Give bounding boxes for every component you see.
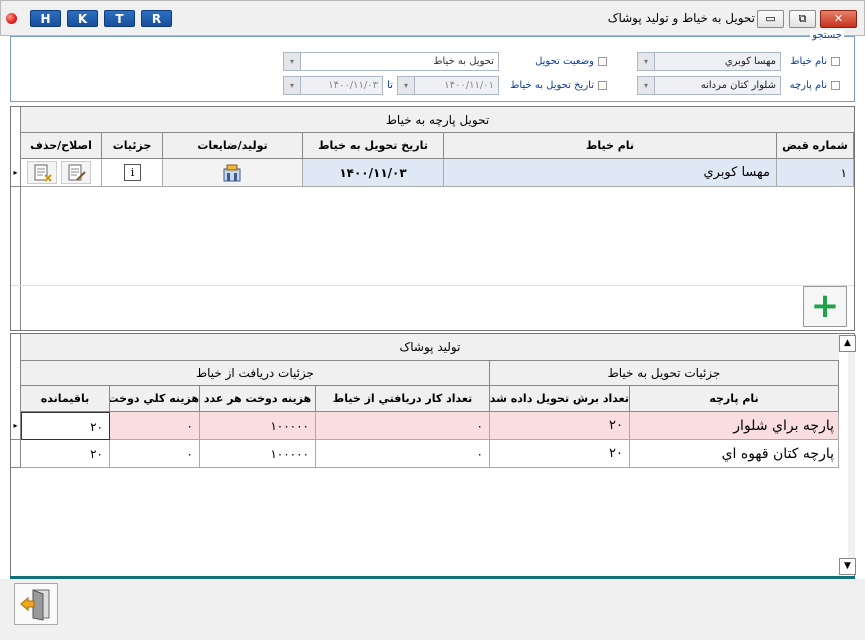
cell-delivery-date[interactable]: ۱۴۰۰/۱۱/۰۳ xyxy=(303,159,444,187)
hotkey-k-button[interactable]: K xyxy=(67,10,98,27)
col-received-count[interactable]: تعداد کار دريافتي از خياط xyxy=(316,386,490,412)
cell-fabric-name[interactable]: پارچه براي شلوار xyxy=(630,412,839,440)
group-delivery-details: جزئيات تحويل به خياط xyxy=(490,361,839,386)
exit-door-icon xyxy=(20,589,50,621)
col-edit-delete[interactable]: اصلاح/حذف xyxy=(21,133,102,159)
delivery-date-label: تاريخ تحويل به خياط xyxy=(510,80,594,91)
production-icon xyxy=(223,164,241,182)
col-delivery-date[interactable]: تاريخ تحويل به خياط xyxy=(303,133,444,159)
production-grid: توليد پوشاک جزئيات تحويل به خياط جزئيات … xyxy=(10,333,856,577)
window-title: تحويل به خياط و توليد پوشاک xyxy=(607,11,755,25)
delete-button[interactable] xyxy=(27,161,57,184)
hotkey-t-button[interactable]: T xyxy=(104,10,135,27)
col-unit-cost[interactable]: هزينه دوخت هر عدد xyxy=(200,386,316,412)
exit-button[interactable] xyxy=(14,583,58,625)
delivery-status-label: وضعيت تحويل xyxy=(535,56,594,67)
fabric-name-checkbox[interactable] xyxy=(831,81,840,90)
delivery-grid: تحويل پارچه به خياط شماره قبض نام خياط ت… xyxy=(10,106,855,331)
chevron-down-icon: ▾ xyxy=(638,77,655,94)
production-grid-caption: توليد پوشاک xyxy=(21,334,839,361)
col-cut-count[interactable]: تعداد برش تحويل داده شده xyxy=(490,386,630,412)
date-to-label: تا xyxy=(387,80,393,91)
fabric-name-label: نام پارچه xyxy=(789,80,827,91)
delivery-status-checkbox[interactable] xyxy=(598,57,607,66)
minimize-button[interactable]: ▭ xyxy=(757,10,784,28)
details-button[interactable]: i xyxy=(102,159,163,187)
search-legend: جستجو xyxy=(810,30,844,41)
delivery-status-combo[interactable]: ▾ تحويل به خياط xyxy=(283,52,499,71)
footer-panel xyxy=(0,579,865,640)
cell-remaining[interactable]: ۲۰ xyxy=(21,412,110,440)
delivery-grid-caption: تحويل پارچه به خياط xyxy=(21,107,854,133)
tailor-name-combo[interactable]: ▾ مهسا کوبري xyxy=(637,52,781,71)
delivery-date-checkbox[interactable] xyxy=(598,81,607,90)
cell-total-cost[interactable]: ۰ xyxy=(110,412,200,440)
app-icon xyxy=(6,13,17,24)
hotkey-r-button[interactable]: R xyxy=(141,10,172,27)
cell-receipt-no[interactable]: ۱ xyxy=(777,159,854,187)
row-pointer-icon: ▸ xyxy=(11,412,21,440)
col-production-waste[interactable]: توليد/ضايعات xyxy=(163,133,303,159)
col-receipt-no[interactable]: شماره قبض xyxy=(777,133,854,159)
col-remaining[interactable]: باقيمانده xyxy=(21,386,110,412)
edit-button[interactable] xyxy=(61,161,91,184)
cell-remaining[interactable]: ۲۰ xyxy=(21,440,110,468)
tailor-name-label: نام خياط xyxy=(790,56,827,67)
cell-tailor-name[interactable]: مهسا کوبري xyxy=(444,159,777,187)
chevron-down-icon: ▾ xyxy=(284,53,301,70)
date-from-picker[interactable]: ▾ ۱۴۰۰/۱۱/۰۱ xyxy=(397,76,499,95)
row-indicator-column xyxy=(11,107,21,330)
cell-cut-count[interactable]: ۲۰ xyxy=(490,440,630,468)
edit-delete-cell xyxy=(21,159,102,187)
date-to-picker[interactable]: ▾ ۱۴۰۰/۱۱/۰۳ xyxy=(283,76,383,95)
close-button[interactable]: ✕ xyxy=(820,10,857,28)
cell-cut-count[interactable]: ۲۰ xyxy=(490,412,630,440)
group-receipt-details: جزئيات دريافت از خياط xyxy=(21,361,490,386)
date-to-value: ۱۴۰۰/۱۱/۰۳ xyxy=(328,80,378,91)
col-tailor-name[interactable]: نام خياط xyxy=(444,133,777,159)
tailor-name-checkbox[interactable] xyxy=(831,57,840,66)
row-pointer-icon: ▸ xyxy=(11,159,21,187)
cell-received-count[interactable]: ۰ xyxy=(316,412,490,440)
date-from-value: ۱۴۰۰/۱۱/۰۱ xyxy=(444,80,494,91)
col-total-cost[interactable]: هزينه کلي دوخت xyxy=(110,386,200,412)
edit-icon xyxy=(68,164,86,181)
add-button[interactable]: + xyxy=(803,286,847,327)
col-fabric-name[interactable]: نام پارچه xyxy=(630,386,839,412)
delete-icon xyxy=(34,164,52,182)
production-waste-button[interactable] xyxy=(163,159,303,187)
col-details[interactable]: جزئيات xyxy=(102,133,163,159)
search-group: جستجو نام خياط ▾ مهسا کوبري وضعيت تحويل … xyxy=(10,30,855,102)
maximize-button[interactable]: ⧉ xyxy=(789,10,816,28)
grid1-footer-divider xyxy=(11,285,854,286)
delivery-status-value: تحويل به خياط xyxy=(433,56,494,67)
fabric-name-value: شلوار کتان مردانه xyxy=(700,80,776,91)
fabric-name-combo[interactable]: ▾ شلوار کتان مردانه xyxy=(637,76,781,95)
chevron-down-icon: ▾ xyxy=(284,77,301,94)
chevron-down-icon: ▾ xyxy=(638,53,655,70)
vertical-scrollbar[interactable] xyxy=(848,335,855,575)
scroll-down-button[interactable]: ▼ xyxy=(839,558,856,575)
cell-unit-cost[interactable]: ۱۰۰۰۰۰ xyxy=(200,440,316,468)
tailor-name-value: مهسا کوبري xyxy=(724,56,776,67)
cell-received-count[interactable]: ۰ xyxy=(316,440,490,468)
cell-fabric-name[interactable]: پارچه کتان قهوه اي xyxy=(630,440,839,468)
chevron-down-icon: ▾ xyxy=(398,77,415,94)
hotkey-h-button[interactable]: H xyxy=(30,10,61,27)
row-indicator xyxy=(11,440,21,468)
cell-unit-cost[interactable]: ۱۰۰۰۰۰ xyxy=(200,412,316,440)
scroll-up-button[interactable]: ▲ xyxy=(839,335,856,352)
cell-total-cost[interactable]: ۰ xyxy=(110,440,200,468)
info-icon: i xyxy=(124,164,141,181)
